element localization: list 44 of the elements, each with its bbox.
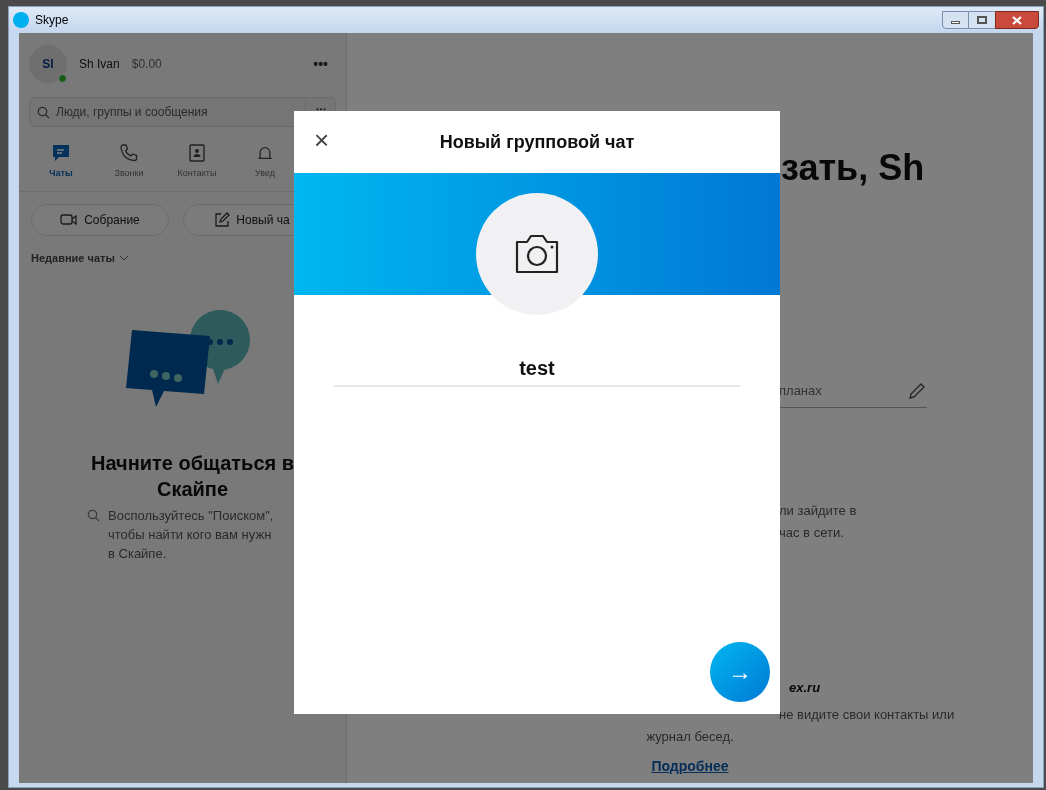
nav-tab[interactable]: Звонки [95, 143, 163, 181]
search-field[interactable]: Люди, группы и сообщения [29, 97, 306, 127]
search-icon [37, 106, 50, 119]
nav-tab[interactable]: Чаты [27, 143, 95, 181]
video-camera-icon [60, 211, 79, 228]
window-title: Skype [35, 12, 69, 29]
close-button[interactable]: × [314, 125, 330, 155]
action-button[interactable]: Собрание [31, 203, 169, 236]
compose-icon [214, 211, 231, 228]
recent-chats-label: Недавние чаты [31, 250, 115, 266]
contacts-icon [187, 143, 207, 163]
close-icon [1012, 15, 1022, 25]
search-icon [87, 509, 100, 522]
empty-state-title: Начните общаться в Скайпе [89, 451, 296, 502]
minimize-icon [951, 21, 960, 24]
nav-tab[interactable]: Увед [231, 143, 299, 181]
phone-icon [119, 143, 139, 163]
more-options-button[interactable]: ••• [309, 53, 332, 75]
nav-tab[interactable]: Контакты [163, 143, 231, 181]
empty-state-hint: Воспользуйтесь "Поиском", чтобы найти кого вам нужн в Скайпе. [108, 507, 274, 563]
profile-name: Sh Ivan [79, 56, 120, 73]
avatar[interactable]: SI [29, 45, 67, 83]
welcome-heading: зать, Sh [781, 146, 925, 190]
next-button[interactable]: → [710, 642, 770, 702]
account-email: ex.ru [789, 678, 821, 697]
chat-icon [51, 143, 71, 163]
maximize-button[interactable] [969, 11, 995, 29]
switch-account-text: журнал бесед. [646, 727, 734, 746]
mood-text: планах [779, 382, 822, 401]
maximize-icon [977, 16, 987, 24]
pencil-icon [907, 381, 927, 401]
hint-text: ли зайдите в час в сети. [779, 502, 858, 542]
switch-account-text: не видите свои контакты или [779, 706, 955, 724]
bell-icon [258, 147, 272, 159]
avatar-initials: SI [42, 56, 54, 73]
minimize-button[interactable] [942, 11, 969, 29]
skype-logo-icon [13, 12, 29, 28]
camera-icon [513, 234, 561, 274]
chevron-down-icon [118, 254, 129, 261]
close-window-button[interactable] [995, 11, 1039, 29]
balance: $0.00 [131, 56, 162, 73]
group-name-field[interactable]: test [334, 353, 740, 387]
learn-more-link[interactable]: Подробнее [651, 756, 729, 777]
dialog-title: Новый групповой чат [439, 130, 635, 154]
